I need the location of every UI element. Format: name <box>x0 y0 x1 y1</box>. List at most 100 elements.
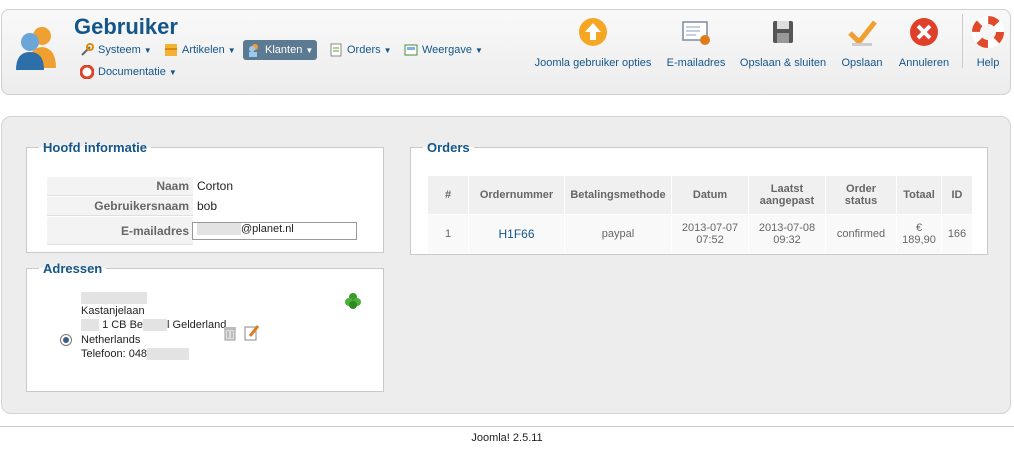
options-icon <box>579 18 607 46</box>
toolbar-header: Gebruiker Systeem ▼ Artikelen ▼ Klanten ▼ O… <box>1 9 1011 95</box>
chevron-down-icon: ▼ <box>227 45 236 55</box>
name-row: Naam Corton <box>47 177 357 196</box>
column-header: Betalingsmethode <box>564 175 672 215</box>
menu-label: Weergave <box>422 44 472 56</box>
column-header: Order status <box>825 175 897 215</box>
address-country: Netherlands <box>81 334 141 346</box>
add-address-icon[interactable] <box>345 293 361 309</box>
username-label: Gebruikersnaam <box>47 197 193 216</box>
chevron-down-icon: ▼ <box>143 45 152 55</box>
menu-label: Artikelen <box>182 44 225 56</box>
email-button[interactable]: E-mailadres <box>664 16 728 69</box>
address-radio[interactable] <box>60 334 72 346</box>
menu-label: Systeem <box>98 44 141 56</box>
address-postcode: 1 CB Be <box>102 319 144 331</box>
column-header: ID <box>941 175 973 215</box>
users-logo-icon <box>16 27 56 70</box>
articles-icon <box>165 44 177 56</box>
address-city: l Gelderland <box>167 319 227 331</box>
toolbar-label: Opslaan & sluiten <box>739 57 827 69</box>
chevron-down-icon: ▼ <box>168 67 177 77</box>
menu-label: Klanten <box>265 44 303 56</box>
address-city-line: 1 CB Be l Gelderland <box>81 319 227 332</box>
order-modified: 2013-07-08 09:32 <box>748 214 826 254</box>
menu-orders[interactable]: Orders ▼ <box>329 40 392 60</box>
email-label: E-mailadres <box>47 217 193 245</box>
name-label: Naam <box>47 177 193 196</box>
order-number-cell: H1F66 <box>468 214 565 254</box>
redacted-text <box>81 319 99 332</box>
main-info-legend: Hoofd informatie <box>43 140 147 155</box>
cancel-button[interactable]: Annuleren <box>895 16 953 69</box>
menu-artikelen[interactable]: Artikelen ▼ <box>164 40 236 60</box>
toolbar-divider <box>962 14 963 68</box>
column-header: Totaal <box>896 175 942 215</box>
customers-icon <box>249 44 258 57</box>
menu-documentatie[interactable]: Documentatie ▼ <box>80 62 177 82</box>
main-panel: Hoofd informatie Naam Corton Gebruikersn… <box>1 116 1011 414</box>
trash-icon[interactable] <box>223 325 237 341</box>
redacted-text <box>143 319 168 332</box>
username-value: bob <box>197 199 218 213</box>
display-icon <box>404 44 418 56</box>
cancel-icon <box>910 18 938 46</box>
tools-icon <box>81 43 94 56</box>
email-field[interactable]: @planet.nl <box>192 222 357 240</box>
orders-icon <box>330 43 342 57</box>
addresses-legend: Adressen <box>43 261 103 276</box>
email-field-value: @planet.nl <box>241 223 294 236</box>
column-header: Ordernummer <box>468 175 565 215</box>
address-phone-line: Telefoon: 048 <box>81 348 190 361</box>
menu-weergave[interactable]: Weergave ▼ <box>404 40 483 60</box>
redacted-text <box>197 223 241 236</box>
order-status: confirmed <box>825 214 897 254</box>
username-row: Gebruikersnaam bob <box>47 197 357 216</box>
order-payment: paypal <box>564 214 672 254</box>
edit-icon[interactable] <box>244 325 260 341</box>
docs-icon <box>80 65 94 79</box>
joomla-options-button[interactable]: Joomla gebruiker opties <box>534 16 652 69</box>
footer-divider <box>0 426 1014 427</box>
address-street: Kastanjelaan <box>81 305 145 317</box>
redacted-text <box>81 292 147 304</box>
order-id: 166 <box>941 214 973 254</box>
menu-label: Orders <box>347 44 381 56</box>
order-index: 1 <box>427 214 469 254</box>
save-button[interactable]: Opslaan <box>836 16 888 69</box>
chevron-down-icon: ▼ <box>474 45 483 55</box>
chevron-down-icon: ▼ <box>383 45 392 55</box>
page-title: Gebruiker <box>74 14 178 39</box>
menu-klanten[interactable]: Klanten ▼ <box>243 40 318 60</box>
orders-panel: Orders # Ordernummer Betalingsmethode Da… <box>410 140 988 255</box>
order-number-link[interactable]: H1F66 <box>498 227 534 241</box>
toolbar-label: Help <box>976 57 1000 69</box>
address-phone: Telefoon: 048 <box>81 348 148 360</box>
addresses-panel: Adressen Kastanjelaan 1 CB Be l Gelderlan… <box>26 261 384 392</box>
column-header: Datum <box>671 175 749 215</box>
save-close-button[interactable]: Opslaan & sluiten <box>738 16 828 69</box>
footer-version: Joomla! 2.5.11 <box>471 432 543 444</box>
lifebuoy-icon <box>972 16 1004 48</box>
column-header: Laatst aangepast <box>748 175 826 215</box>
toolbar-label: Opslaan <box>841 57 883 69</box>
orders-legend: Orders <box>427 140 470 155</box>
mail-icon <box>682 21 710 45</box>
menu-systeem[interactable]: Systeem ▼ <box>80 40 152 60</box>
chevron-down-icon: ▼ <box>305 45 314 55</box>
toolbar-label: E-mailadres <box>666 57 726 69</box>
checkmark-icon <box>848 20 877 46</box>
main-info-panel: Hoofd informatie Naam Corton Gebruikersn… <box>26 140 384 253</box>
save-close-icon <box>773 21 793 43</box>
table-header-row: # Ordernummer Betalingsmethode Datum Laa… <box>427 175 973 215</box>
help-button[interactable]: Help <box>970 16 1006 69</box>
name-value: Corton <box>197 179 234 193</box>
toolbar-label: Annuleren <box>898 57 950 69</box>
toolbar-label: Joomla gebruiker opties <box>534 57 652 69</box>
orders-table: # Ordernummer Betalingsmethode Datum Laa… <box>427 175 973 254</box>
order-date: 2013-07-07 07:52 <box>671 214 749 254</box>
table-row: 1 H1F66 paypal 2013-07-07 07:52 2013-07-… <box>427 214 973 254</box>
order-total: € 189,90 <box>896 214 942 254</box>
redacted-text <box>147 348 190 361</box>
column-header: # <box>427 175 469 215</box>
menu-label: Documentatie <box>98 66 166 78</box>
